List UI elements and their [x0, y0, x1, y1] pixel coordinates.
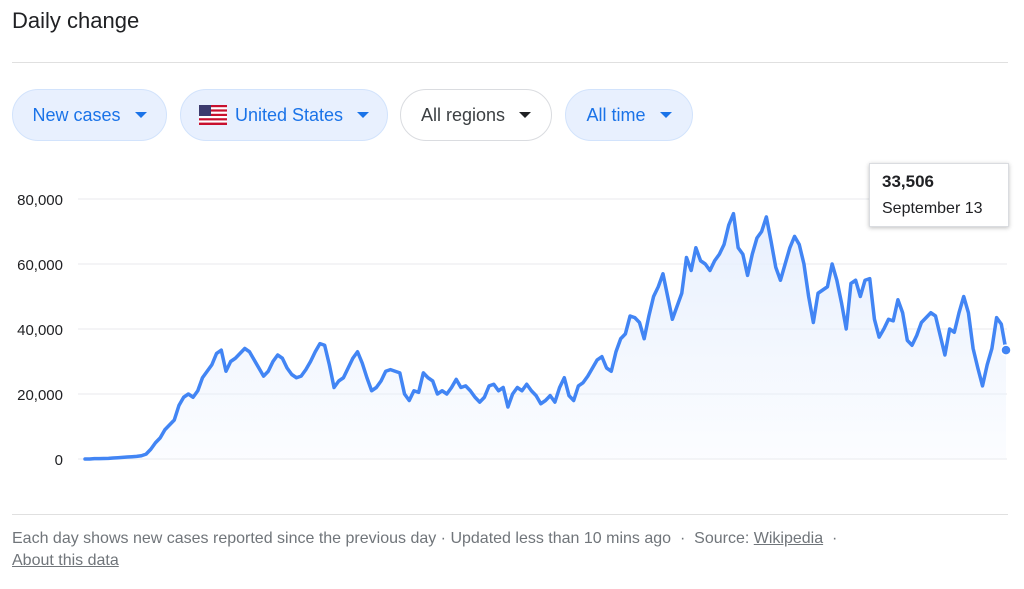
region-select-label: All regions — [420, 104, 506, 125]
highlight-point — [1000, 344, 1012, 356]
bottom-divider — [12, 514, 1008, 515]
footer: Each day shows new cases reported since … — [12, 528, 1002, 572]
period-select[interactable]: All time — [565, 89, 693, 141]
source-label: Source: — [694, 530, 750, 547]
y-tick-label: 80,000 — [17, 192, 63, 209]
metric-select[interactable]: New cases — [12, 89, 167, 141]
location-select-label: United States — [234, 104, 344, 125]
page-title: Daily change — [12, 8, 140, 33]
location-select[interactable]: United States — [180, 89, 388, 141]
area-layer — [83, 211, 1012, 461]
top-divider — [12, 62, 1008, 63]
about-data-link[interactable]: About this data — [12, 552, 119, 569]
period-select-label: All time — [586, 104, 646, 125]
y-tick-label: 20,000 — [17, 387, 63, 404]
footer-separator: · — [679, 530, 686, 547]
region-select[interactable]: All regions — [400, 89, 552, 141]
series-area — [85, 213, 1006, 459]
caret-down-icon — [134, 112, 147, 118]
footer-description: Each day shows new cases reported since … — [12, 530, 672, 547]
tooltip-value: 33,506 — [882, 172, 934, 191]
chart-tooltip: 33,506 September 13 — [869, 163, 1009, 227]
us-flag-icon — [198, 105, 227, 125]
tooltip-date: September 13 — [882, 200, 983, 217]
caret-down-icon — [357, 112, 370, 118]
metric-select-label: New cases — [32, 104, 121, 125]
y-tick-label: 0 — [55, 452, 63, 469]
y-tick-label: 40,000 — [17, 322, 63, 339]
caret-down-icon — [519, 112, 532, 118]
caret-down-icon — [659, 112, 672, 118]
wikipedia-link[interactable]: Wikipedia — [754, 530, 823, 547]
footer-separator: · — [832, 530, 838, 547]
y-tick-label: 60,000 — [17, 257, 63, 274]
